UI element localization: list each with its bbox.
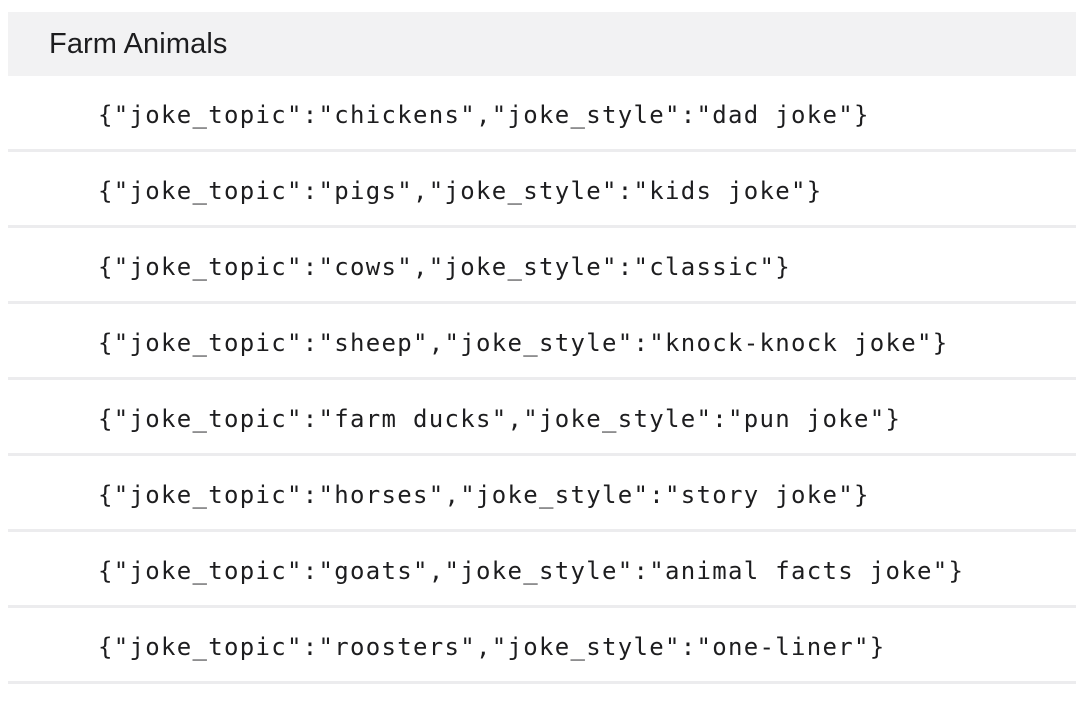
list-item-text: {"joke_topic":"horses","joke_style":"sto… xyxy=(98,480,870,509)
list-item[interactable]: {"joke_topic":"horses","joke_style":"sto… xyxy=(8,456,1076,532)
list-item[interactable]: {"joke_topic":"farm ducks","joke_style":… xyxy=(8,380,1076,456)
list-item-text: {"joke_topic":"roosters","joke_style":"o… xyxy=(98,632,886,661)
group-header[interactable]: Farm Animals xyxy=(8,12,1076,76)
list-group-farm-animals: Farm Animals {"joke_topic":"chickens","j… xyxy=(8,12,1076,684)
list-item-text: {"joke_topic":"pigs","joke_style":"kids … xyxy=(98,176,823,205)
list-item[interactable]: {"joke_topic":"sheep","joke_style":"knoc… xyxy=(8,304,1076,380)
list-item[interactable]: {"joke_topic":"pigs","joke_style":"kids … xyxy=(8,152,1076,228)
list-item[interactable]: {"joke_topic":"cows","joke_style":"class… xyxy=(8,228,1076,304)
list-item[interactable]: {"joke_topic":"chickens","joke_style":"d… xyxy=(8,76,1076,152)
group-title: Farm Animals xyxy=(49,27,228,60)
list-item[interactable]: {"joke_topic":"roosters","joke_style":"o… xyxy=(8,608,1076,684)
list-item-text: {"joke_topic":"sheep","joke_style":"knoc… xyxy=(98,328,949,357)
list-item[interactable]: {"joke_topic":"goats","joke_style":"anim… xyxy=(8,532,1076,608)
list-item-text: {"joke_topic":"cows","joke_style":"class… xyxy=(98,252,791,281)
list-item-text: {"joke_topic":"chickens","joke_style":"d… xyxy=(98,100,870,129)
list-item-text: {"joke_topic":"goats","joke_style":"anim… xyxy=(98,556,965,585)
list-item-text: {"joke_topic":"farm ducks","joke_style":… xyxy=(98,404,902,433)
